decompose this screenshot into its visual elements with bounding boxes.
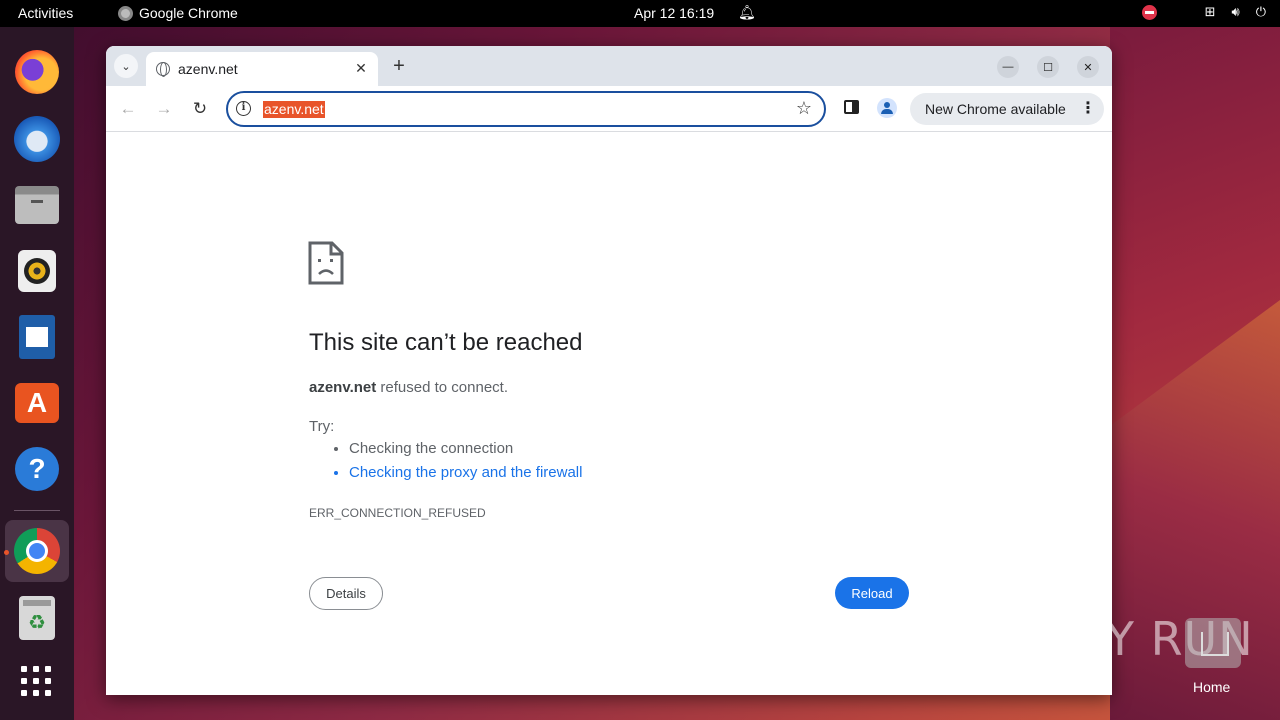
system-tray[interactable]: ⊞ 🔊︎ ⏻ [1141, 4, 1266, 20]
error-host: azenv.net [309, 379, 377, 396]
power-icon[interactable]: ⏻ [1256, 4, 1266, 20]
dock-rhythmbox[interactable] [12, 246, 62, 296]
network-icon[interactable]: ⊞ [1205, 4, 1216, 20]
activities-button[interactable]: Activities [18, 5, 73, 21]
files-icon [15, 186, 59, 224]
error-code: ERR_CONNECTION_REFUSED [309, 506, 486, 520]
chrome-icon [14, 528, 60, 574]
tab-title: azenv.net [178, 61, 238, 77]
tab-close-button[interactable]: ✕ [352, 59, 370, 77]
chrome-window: ⌄ azenv.net ✕ + — ☐ ✕ ← → ↻ i azenv.net … [106, 46, 1112, 695]
forward-button[interactable]: → [153, 98, 175, 120]
thunderbird-icon [14, 116, 60, 162]
update-chrome-button[interactable]: New Chrome available ⋮ [910, 93, 1104, 125]
dock-separator [14, 510, 60, 511]
profile-avatar-icon[interactable] [877, 98, 897, 118]
dock-help[interactable]: ? [12, 444, 62, 494]
dock-writer[interactable] [12, 312, 62, 362]
url-text[interactable]: azenv.net [263, 101, 325, 118]
maximize-button[interactable]: ☐ [1037, 56, 1059, 78]
side-panel-icon[interactable] [844, 100, 859, 114]
error-desc-suffix: refused to connect. [376, 379, 508, 396]
do-not-disturb-icon[interactable] [1141, 4, 1157, 20]
dock-app-center[interactable]: A [12, 378, 62, 428]
app-name: Google Chrome [139, 5, 238, 21]
libreoffice-writer-icon [19, 315, 55, 359]
dock-firefox[interactable] [12, 47, 62, 97]
new-tab-button[interactable]: + [388, 55, 410, 77]
address-bar[interactable]: i azenv.net ☆ [226, 91, 826, 127]
tab-strip: ⌄ azenv.net ✕ + — ☐ ✕ [106, 46, 1112, 86]
details-button[interactable]: Details [309, 577, 383, 610]
dock-show-apps[interactable] [12, 657, 62, 707]
error-page: This site can’t be reached azenv.net ref… [106, 133, 1112, 695]
home-label[interactable]: Home [1193, 679, 1230, 695]
back-button[interactable]: ← [117, 98, 139, 120]
suggestion-link-proxy[interactable]: Checking the proxy and the firewall [349, 464, 582, 482]
dock-chrome[interactable] [12, 526, 62, 576]
clock[interactable]: Apr 12 16:19 [634, 5, 714, 21]
app-menu[interactable]: Google Chrome [118, 5, 238, 21]
tab-active[interactable]: azenv.net ✕ [146, 52, 378, 86]
sad-page-icon [308, 241, 344, 285]
app-center-icon: A [15, 383, 59, 423]
update-label: New Chrome available [925, 101, 1066, 117]
running-indicator [4, 550, 9, 555]
notification-bell-icon[interactable]: 🔔︎ [738, 4, 756, 21]
dock: A ? ♻ [0, 27, 74, 720]
dock-trash[interactable]: ♻ [12, 593, 62, 643]
volume-icon[interactable]: 🔊︎ [1232, 4, 1240, 20]
rhythmbox-icon [18, 250, 56, 292]
chevron-down-icon: ⌄ [121, 60, 131, 73]
reload-icon-button[interactable]: ↻ [189, 98, 211, 120]
site-info-icon[interactable]: i [236, 101, 251, 116]
dock-thunderbird[interactable] [12, 114, 62, 164]
globe-icon [156, 62, 170, 77]
suggestion-list: Checking the connection Checking the pro… [349, 440, 582, 488]
toolbar: ← → ↻ i azenv.net ☆ New Chrome available… [106, 86, 1112, 132]
help-icon: ? [15, 447, 59, 491]
chrome-icon [118, 5, 133, 21]
show-apps-icon [21, 666, 53, 698]
minimize-button[interactable]: — [997, 56, 1019, 78]
firefox-icon [15, 50, 59, 94]
suggestion-item: Checking the connection [349, 440, 582, 458]
try-label: Try: [309, 418, 335, 435]
home-folder-icon[interactable] [1185, 618, 1241, 668]
tab-search-button[interactable]: ⌄ [114, 54, 138, 78]
close-window-button[interactable]: ✕ [1077, 56, 1099, 78]
reload-button[interactable]: Reload [835, 577, 909, 609]
dock-files[interactable] [12, 180, 62, 230]
error-title: This site can’t be reached [309, 329, 583, 356]
more-menu-icon[interactable]: ⋮ [1080, 98, 1096, 118]
top-bar: Activities Google Chrome Apr 12 16:19 🔔︎… [0, 0, 1280, 27]
trash-icon: ♻ [19, 596, 55, 640]
error-description: azenv.net refused to connect. [309, 379, 508, 396]
bookmark-star-icon[interactable]: ☆ [796, 98, 812, 119]
